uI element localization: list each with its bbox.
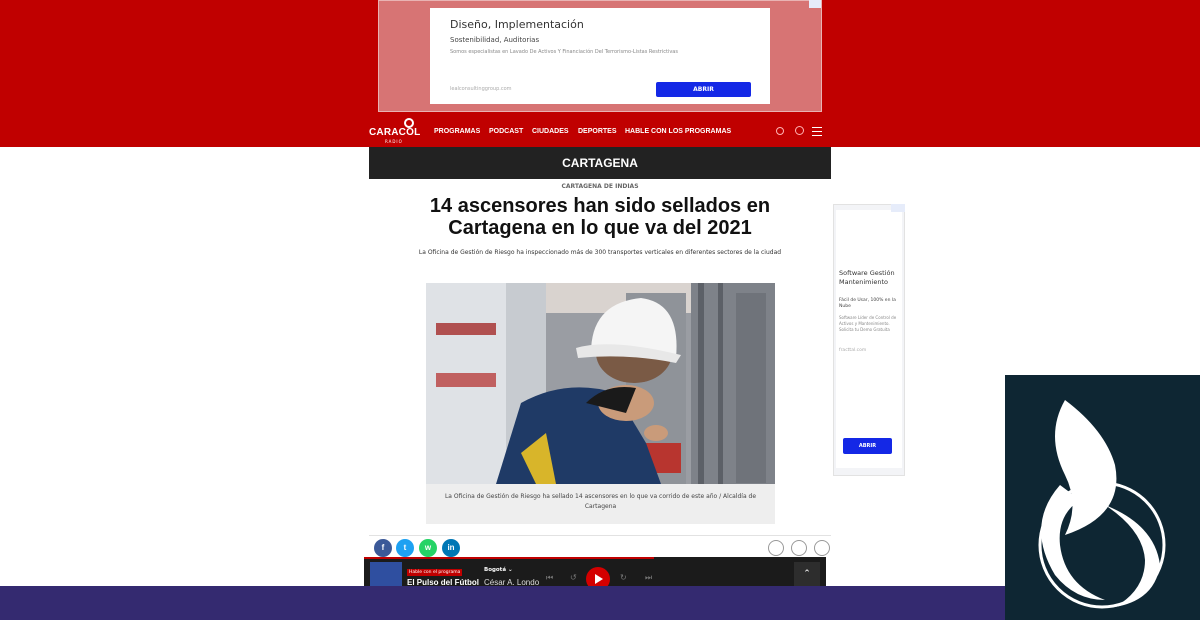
logo-sub: RADIO <box>385 139 403 144</box>
twitter-icon[interactable]: t <box>396 539 414 557</box>
top-ad-url[interactable]: lealconsultinggroup.com <box>450 86 512 92</box>
nav-item-podcast[interactable]: PODCAST <box>489 128 523 135</box>
side-ad-url[interactable]: fracttal.com <box>839 348 866 353</box>
report-icon[interactable] <box>791 540 807 556</box>
side-ad-choices-icon[interactable] <box>891 204 905 212</box>
forward-icon[interactable]: ↻ <box>620 573 627 582</box>
share-divider <box>369 535 831 536</box>
hamburger-menu-icon[interactable] <box>812 127 822 136</box>
top-ad-subtitle: Sostenibilidad, Auditorias <box>450 36 540 44</box>
flame-logo-icon <box>1038 400 1166 609</box>
side-ad-card[interactable] <box>836 210 902 468</box>
logo-name: CARACOL <box>369 127 421 138</box>
side-ad-title[interactable]: Software Gestión Mantenimiento <box>839 269 899 287</box>
side-ad-subtitle: Fácil de Usar, 100% en la Nube <box>839 298 896 309</box>
top-ad-open-button[interactable]: ABRIR <box>656 82 751 97</box>
nav-item-hable[interactable]: HABLE CON LOS PROGRAMAS <box>625 128 731 135</box>
next-icon[interactable]: ⏭ <box>645 573 652 583</box>
top-ad-title[interactable]: Diseño, Implementación <box>450 18 584 31</box>
nav-item-deportes[interactable]: DEPORTES <box>578 128 617 135</box>
nav-item-programas[interactable]: PROGRAMAS <box>434 128 480 135</box>
mail-icon[interactable] <box>814 540 830 556</box>
live-badge-label: Hable con el programa <box>409 570 461 575</box>
article-photo <box>426 283 775 484</box>
facebook-icon[interactable]: f <box>374 539 392 557</box>
ad-choices-icon[interactable] <box>809 0 821 8</box>
program-thumbnail <box>370 562 402 588</box>
section-title-bar[interactable]: CARTAGENA <box>369 147 831 179</box>
brand-panel <box>1005 375 1200 620</box>
rewind-icon[interactable]: ↺ <box>570 573 577 582</box>
article-subtitle: La Oficina de Gestión de Riesgo ha inspe… <box>418 249 782 256</box>
search-icon[interactable] <box>795 126 804 135</box>
article-headline: 14 ascensores han sido sellados en Carta… <box>429 195 771 239</box>
top-ad-description: Somos especialistas en Lavado De Activos… <box>450 49 678 55</box>
nav-item-ciudades[interactable]: CIUDADES <box>532 128 569 135</box>
live-badge[interactable]: Hable con el programa <box>407 569 462 576</box>
photo-caption: La Oficina de Gestión de Riesgo ha sella… <box>444 493 757 510</box>
expand-player-icon[interactable]: ⌃ <box>794 562 820 586</box>
caracol-logo[interactable]: CARACOL RADIO <box>369 118 421 144</box>
whatsapp-icon[interactable]: w <box>419 539 437 557</box>
player-progress <box>364 557 654 559</box>
comment-icon[interactable] <box>768 540 784 556</box>
bottom-band <box>0 586 1005 620</box>
side-ad-open-button[interactable]: ABRIR <box>843 438 892 454</box>
article-kicker[interactable]: CARTAGENA DE INDIAS <box>369 183 831 190</box>
linkedin-icon[interactable]: in <box>442 539 460 557</box>
user-icon[interactable] <box>776 127 784 135</box>
elevator-worker-illustration <box>426 283 775 484</box>
city-selector[interactable]: Bogotá ⌄ <box>484 567 513 573</box>
previous-icon[interactable]: ⏮ <box>546 573 553 583</box>
side-ad-description: Software Líder de Control de Activos y M… <box>839 315 897 332</box>
